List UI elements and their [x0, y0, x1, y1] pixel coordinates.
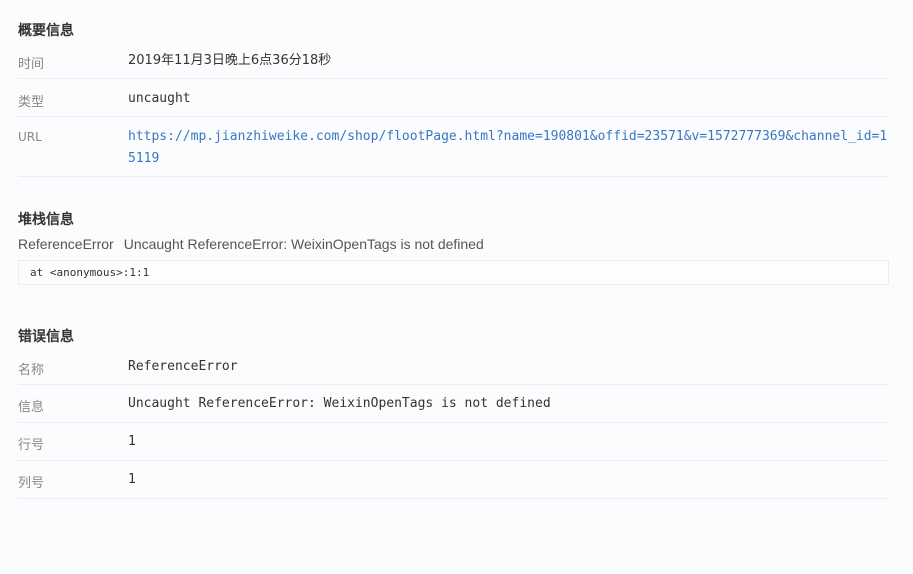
url-label: URL [18, 130, 42, 144]
error-row-column: 列号 1 [18, 461, 888, 499]
summary-section-title: 概要信息 [18, 23, 74, 39]
url-link[interactable]: https://mp.jianzhiweike.com/shop/flootPa… [128, 126, 888, 170]
column-label: 列号 [18, 476, 45, 491]
type-label: 类型 [18, 95, 45, 110]
time-label: 时间 [18, 57, 45, 72]
summary-row-time: 时间 2019年11月3日晚上6点36分18秒 [18, 44, 888, 79]
error-row-message: 信息 Uncaught ReferenceError: WeixinOpenTa… [18, 385, 888, 423]
stack-error-name: ReferenceError [18, 236, 114, 252]
stack-error-message: Uncaught ReferenceError: WeixinOpenTags … [123, 236, 484, 252]
line-value: 1 [128, 434, 136, 449]
error-row-name: 名称 ReferenceError [18, 350, 888, 385]
name-value: ReferenceError [128, 359, 238, 374]
error-detail-page: 概要信息 时间 2019年11月3日晚上6点36分18秒 类型 uncaught… [0, 0, 913, 574]
stack-section-title: 堆栈信息 [18, 212, 74, 228]
error-section-title: 错误信息 [18, 329, 74, 345]
column-value: 1 [128, 472, 136, 487]
line-label: 行号 [18, 438, 45, 453]
error-row-line: 行号 1 [18, 423, 888, 461]
time-value: 2019年11月3日晚上6点36分18秒 [128, 53, 332, 68]
stack-error-header: ReferenceError Uncaught ReferenceError: W… [18, 236, 494, 252]
message-label: 信息 [18, 400, 45, 415]
summary-row-type: 类型 uncaught [18, 79, 888, 117]
summary-row-url: URL https://mp.jianzhiweike.com/shop/flo… [18, 117, 888, 177]
stack-trace-box: at <anonymous>:1:1 [18, 260, 889, 285]
stack-trace-line: at <anonymous>:1:1 [30, 266, 150, 279]
type-value: uncaught [128, 91, 191, 106]
name-label: 名称 [18, 363, 45, 378]
message-value: Uncaught ReferenceError: WeixinOpenTags … [128, 396, 551, 411]
